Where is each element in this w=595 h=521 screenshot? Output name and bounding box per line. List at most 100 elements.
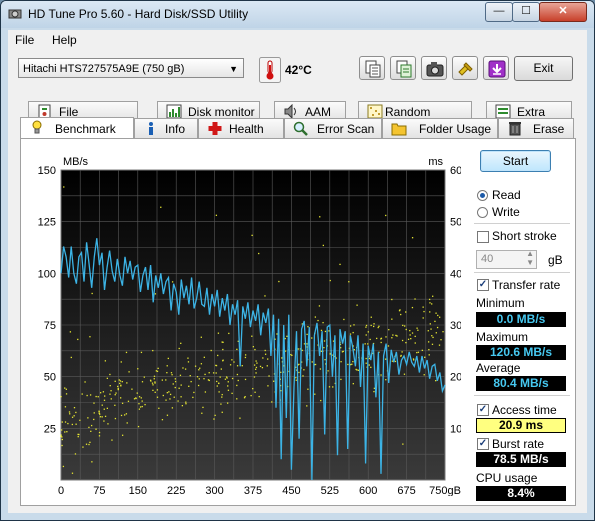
access-time-point xyxy=(169,398,171,400)
access-time-point xyxy=(254,391,256,393)
copy-text-button[interactable] xyxy=(359,56,385,80)
close-button[interactable]: ✕ xyxy=(539,2,587,22)
access-time-point xyxy=(64,387,66,389)
access-time-point xyxy=(81,393,83,395)
access-time-checkbox[interactable]: ✓ xyxy=(477,404,489,416)
access-time-point xyxy=(79,419,81,421)
access-time-point xyxy=(178,387,180,389)
access-time-point xyxy=(126,382,128,384)
access-time-point xyxy=(262,357,264,359)
access-time-point xyxy=(252,387,254,390)
access-time-point xyxy=(185,401,187,403)
access-time-point xyxy=(385,214,387,217)
access-time-point xyxy=(244,378,247,381)
access-time-point xyxy=(98,411,100,413)
access-time-point xyxy=(107,423,109,425)
tab-info-label: Info xyxy=(165,122,186,136)
menu-file[interactable]: File xyxy=(15,33,34,47)
access-time-point xyxy=(357,369,360,371)
access-time-point xyxy=(365,357,367,360)
access-time-point xyxy=(99,392,102,394)
access-time-point xyxy=(121,381,123,383)
access-time-point xyxy=(367,331,369,333)
access-time-point xyxy=(154,293,157,295)
access-time-point xyxy=(405,311,407,313)
tab-benchmark[interactable]: Benchmark xyxy=(20,117,134,139)
access-time-point xyxy=(306,405,308,407)
access-time-point xyxy=(217,332,220,334)
tab-error-scan[interactable]: Error Scan xyxy=(284,118,382,138)
access-time-point xyxy=(156,396,159,398)
drive-select[interactable]: Hitachi HTS727575A9E (750 gB) ▼ xyxy=(18,58,244,78)
burst-rate-checkbox[interactable]: ✓ xyxy=(477,438,489,450)
copy-all-button[interactable] xyxy=(390,56,416,80)
access-time-point xyxy=(181,404,184,407)
access-time-point xyxy=(373,323,375,325)
access-time-point xyxy=(416,351,418,354)
tab-folder-usage[interactable]: Folder Usage xyxy=(382,118,498,138)
spinner-arrows-icon[interactable]: ▲ ▼ xyxy=(526,249,534,267)
access-time-point xyxy=(102,391,105,393)
write-radio[interactable] xyxy=(477,207,488,218)
access-time-point xyxy=(352,331,354,334)
access-time-point xyxy=(172,383,174,385)
access-time-point xyxy=(323,340,326,342)
access-time-point xyxy=(322,244,325,247)
access-time-point xyxy=(215,364,217,367)
access-time-point xyxy=(88,426,90,429)
tab-info[interactable]: Info xyxy=(134,118,198,138)
access-time-point xyxy=(311,337,313,339)
access-time-point xyxy=(437,314,439,317)
access-time-point xyxy=(327,370,329,372)
access-time-point xyxy=(77,435,79,438)
access-time-point xyxy=(165,399,167,401)
separator xyxy=(474,272,570,273)
access-time-point xyxy=(221,341,223,343)
tab-folder-usage-label: Folder Usage xyxy=(419,122,492,136)
access-time-point xyxy=(73,415,75,417)
access-time-point xyxy=(200,336,202,338)
access-time-point xyxy=(351,363,353,365)
screenshot-button[interactable] xyxy=(421,56,447,80)
access-time-point xyxy=(320,399,322,402)
access-time-point xyxy=(160,206,162,208)
title-bar[interactable]: HD Tune Pro 5.60 - Hard Disk/SSD Utility… xyxy=(1,1,594,28)
access-time-point xyxy=(161,379,163,381)
access-time-point xyxy=(166,365,168,367)
read-radio[interactable] xyxy=(477,190,488,201)
access-time-point xyxy=(93,402,95,404)
access-time-point xyxy=(411,237,414,239)
access-time-point xyxy=(281,357,283,359)
access-time-point xyxy=(106,377,109,379)
short-stroke-checkbox[interactable] xyxy=(477,231,489,243)
average-value: 80.4 MB/s xyxy=(476,376,566,391)
access-time-point xyxy=(216,380,218,383)
menu-help[interactable]: Help xyxy=(52,33,77,47)
access-time-point xyxy=(117,385,119,388)
access-time-point xyxy=(174,386,176,389)
options-button[interactable] xyxy=(452,56,478,80)
access-time-point xyxy=(340,361,342,363)
access-time-point xyxy=(152,389,154,392)
transfer-rate-checkbox[interactable]: ✓ xyxy=(477,279,489,291)
access-time-point xyxy=(227,385,229,387)
disk-monitor-icon xyxy=(166,104,182,119)
exit-button[interactable]: Exit xyxy=(514,56,573,81)
access-time-point xyxy=(73,406,76,409)
access-time-point xyxy=(104,395,106,397)
access-time-point xyxy=(155,370,158,372)
tab-erase[interactable]: Erase xyxy=(498,118,574,138)
access-time-point xyxy=(411,306,414,309)
window-title: HD Tune Pro 5.60 - Hard Disk/SSD Utility xyxy=(28,7,249,21)
start-button[interactable]: Start xyxy=(480,150,551,172)
access-time-point xyxy=(280,371,282,373)
short-stroke-input[interactable]: 40 ▲ ▼ xyxy=(476,249,537,269)
x-tick-label: 675 xyxy=(397,485,415,496)
extra-tests-icon xyxy=(495,104,511,119)
access-time-point xyxy=(204,391,207,393)
access-time-point xyxy=(61,444,63,447)
maximize-button[interactable]: ☐ xyxy=(512,2,540,22)
tab-health[interactable]: Health xyxy=(198,118,284,138)
save-button[interactable] xyxy=(483,56,509,80)
minimize-button[interactable]: — xyxy=(485,2,513,22)
